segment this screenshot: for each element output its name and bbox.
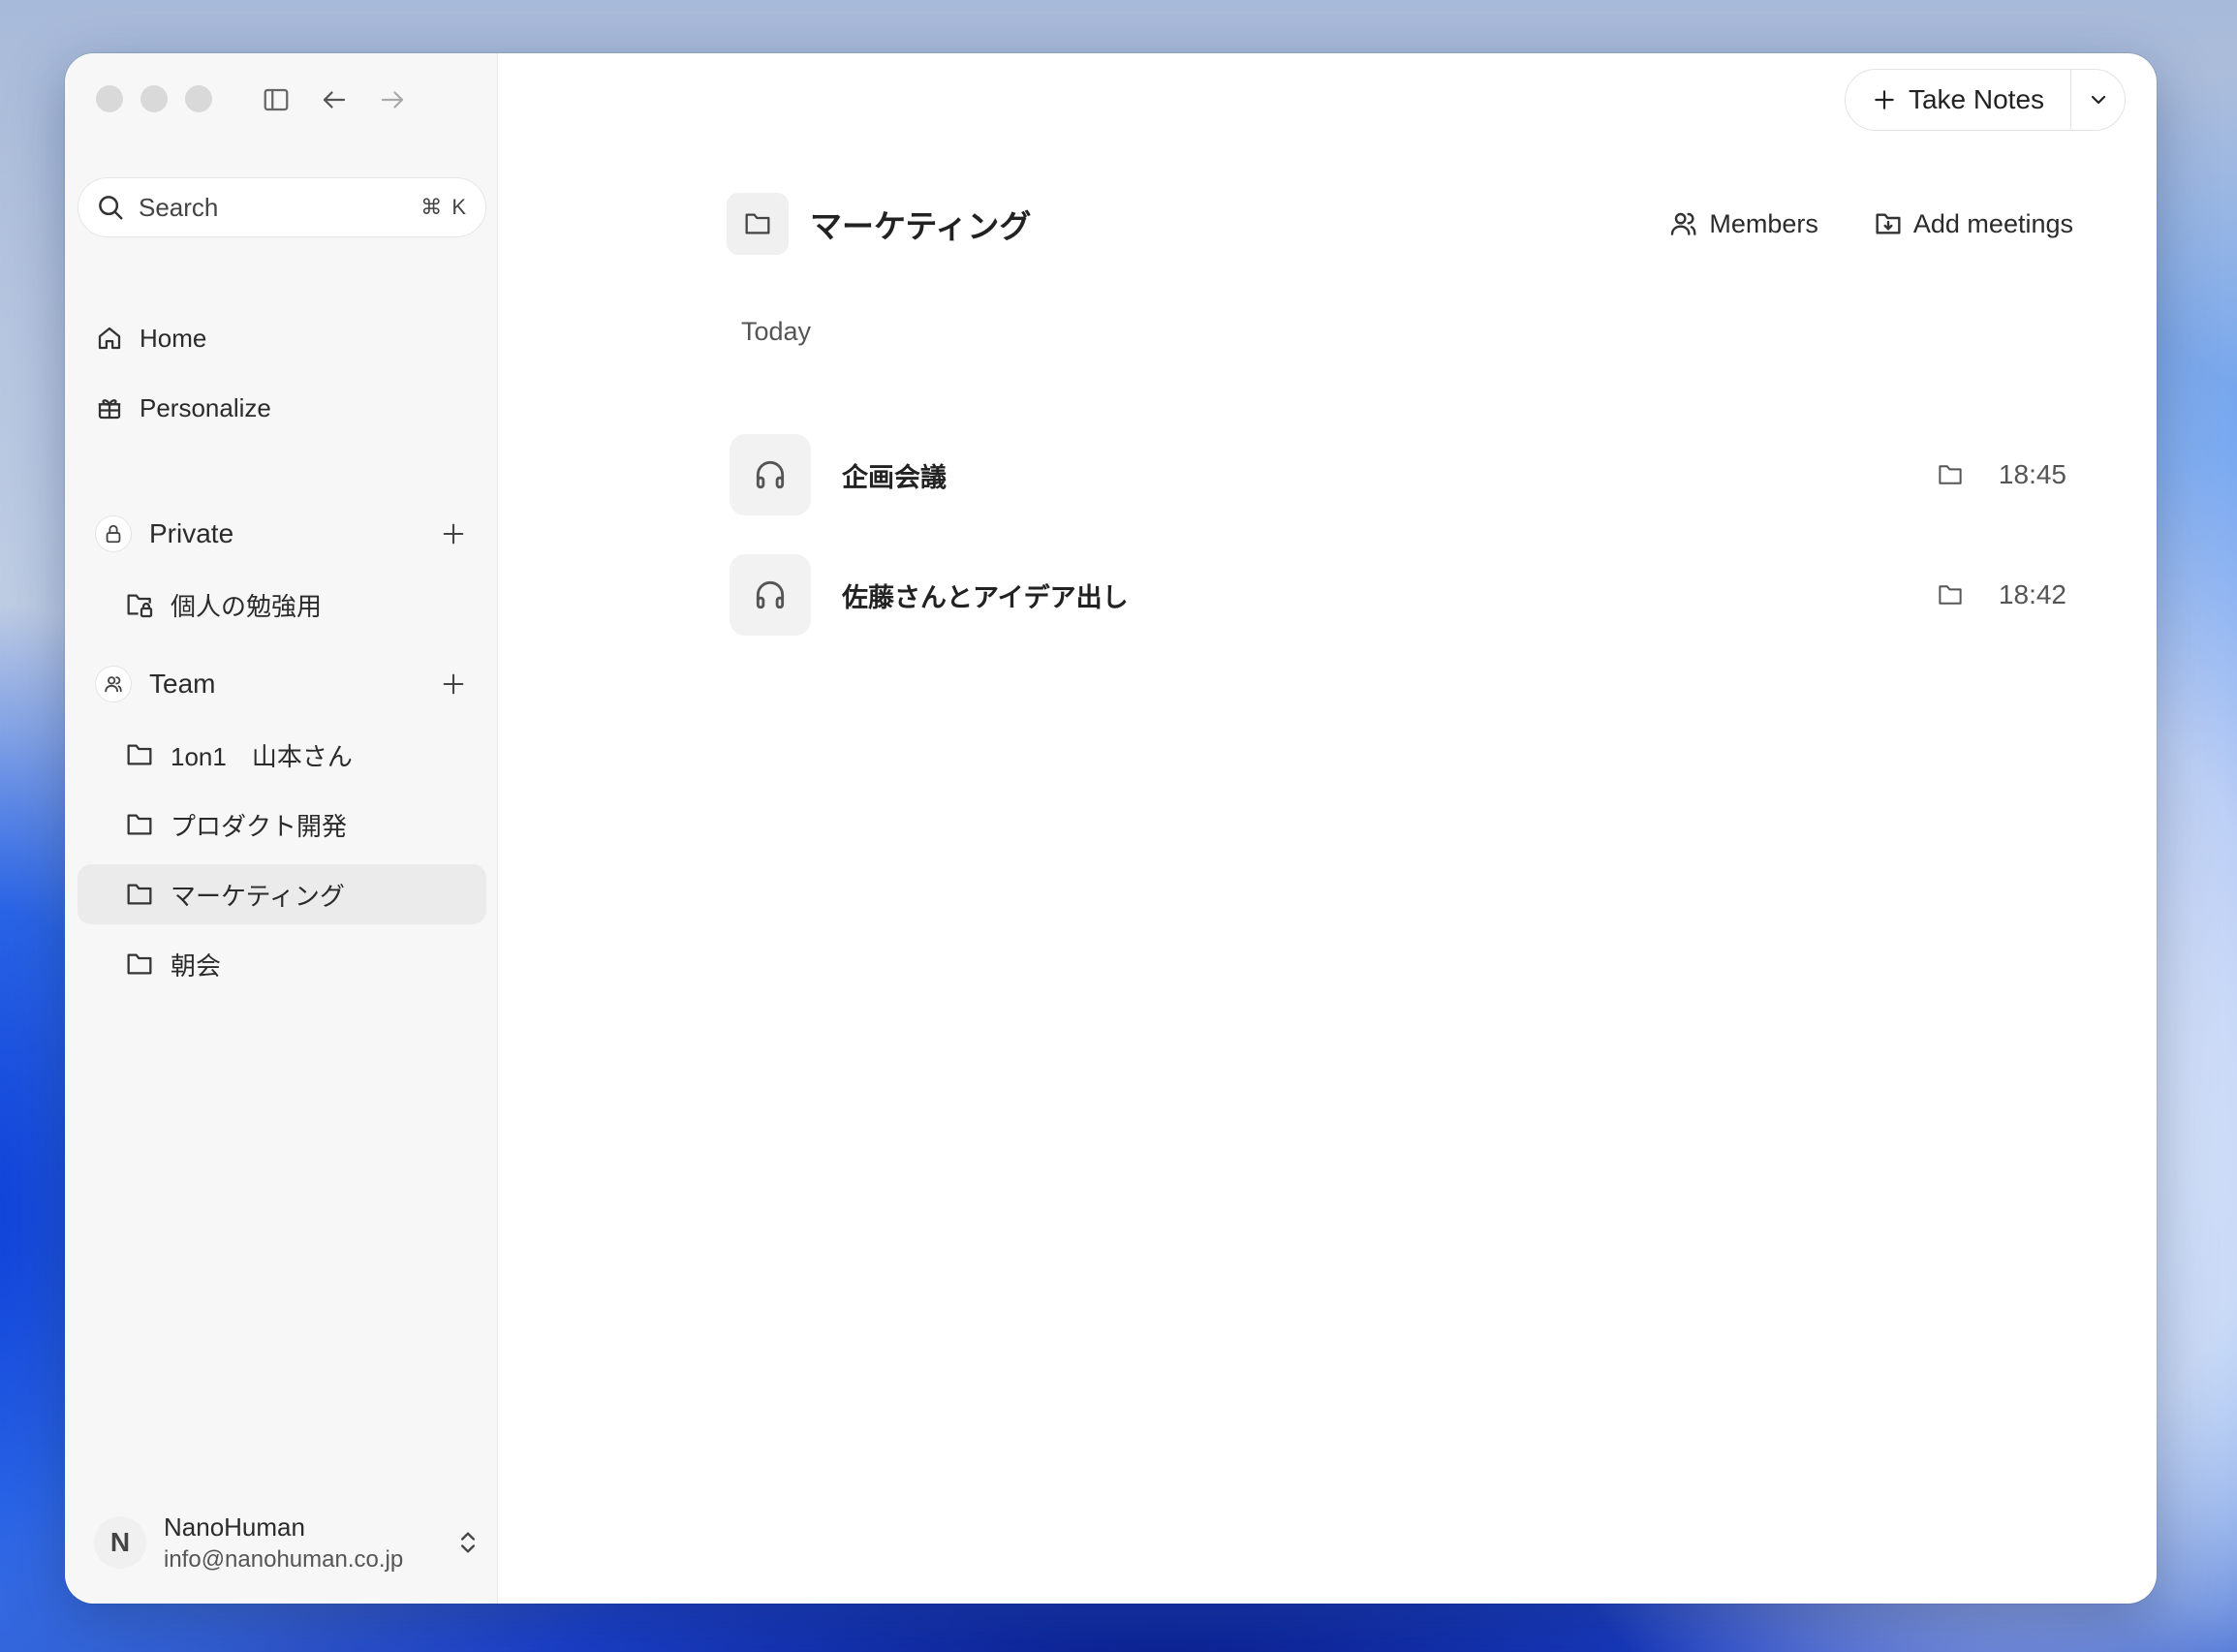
members-button[interactable]: Members <box>1668 208 1818 239</box>
group-heading-today: Today <box>741 317 812 346</box>
take-notes-button[interactable]: Take Notes <box>1846 70 2070 130</box>
meeting-time: 18:42 <box>1998 579 2066 609</box>
search-bar[interactable]: Search ⌘ K <box>78 177 486 237</box>
user-info: NanoHuman info@nanohuman.co.jp <box>164 1512 454 1574</box>
add-meetings-label: Add meetings <box>1912 208 2073 238</box>
meeting-title: 佐藤さんとアイデア出し <box>842 582 1129 612</box>
sidebar-folder-morning-meeting[interactable]: 朝会 <box>78 934 486 994</box>
add-private-folder-button[interactable] <box>434 514 473 553</box>
lock-icon <box>95 515 132 552</box>
sidebar-toggle-icon[interactable] <box>259 82 294 117</box>
avatar: N <box>94 1516 146 1569</box>
take-notes-dropdown-button[interactable] <box>2070 70 2125 130</box>
chevron-up-down-icon[interactable] <box>454 1529 482 1556</box>
sidebar: Search ⌘ K Home Personalize Private 個人の勉… <box>65 53 498 1604</box>
sidebar-item-label: Personalize <box>140 392 271 422</box>
take-notes-split-button: Take Notes <box>1845 69 2126 131</box>
move-to-folder-icon[interactable] <box>1933 580 1968 609</box>
folder-icon <box>124 739 155 770</box>
users-icon <box>1668 208 1699 239</box>
sidebar-item-label: Home <box>140 323 207 353</box>
page-title: マーケティング <box>810 208 1032 244</box>
add-meetings-button[interactable]: Add meetings <box>1873 208 2073 239</box>
folder-icon <box>727 193 789 255</box>
search-label: Search <box>139 192 219 222</box>
sidebar-folder-private-study[interactable]: 個人の勉強用 <box>78 575 486 635</box>
plus-icon <box>1872 87 1897 112</box>
window-controls <box>96 85 212 112</box>
meeting-title: 企画会議 <box>842 462 947 492</box>
forward-arrow-icon[interactable] <box>375 82 410 117</box>
headphones-icon <box>730 434 811 515</box>
chevron-down-icon <box>2087 88 2110 111</box>
add-team-folder-button[interactable] <box>434 665 473 703</box>
section-private[interactable]: Private <box>78 504 486 564</box>
team-icon <box>95 666 132 702</box>
folder-icon <box>124 879 155 910</box>
home-icon <box>95 324 124 353</box>
sidebar-folder-product-dev[interactable]: プロダクト開発 <box>78 795 486 855</box>
lock-folder-icon <box>124 589 155 620</box>
section-team-label: Team <box>149 669 216 699</box>
section-team[interactable]: Team <box>78 654 486 714</box>
sidebar-item-home[interactable]: Home <box>78 308 486 368</box>
search-icon <box>96 193 125 222</box>
sidebar-item-label: プロダクト開発 <box>171 811 348 841</box>
back-arrow-icon[interactable] <box>317 82 352 117</box>
zoom-window-button[interactable] <box>185 85 212 112</box>
sidebar-item-personalize[interactable]: Personalize <box>78 378 486 438</box>
meeting-row[interactable]: 企画会議 18:45 <box>730 433 2066 516</box>
gift-icon <box>95 393 124 422</box>
section-private-label: Private <box>149 518 234 548</box>
sidebar-item-label: マーケティング <box>171 881 345 911</box>
minimize-window-button[interactable] <box>140 85 168 112</box>
sidebar-item-label: 朝会 <box>171 951 222 981</box>
take-notes-label: Take Notes <box>1908 84 2045 114</box>
headphones-icon <box>730 554 811 636</box>
sidebar-folder-1on1[interactable]: 1on1 山本さん <box>78 725 486 785</box>
sidebar-item-label: 個人の勉強用 <box>171 591 323 621</box>
folder-icon <box>124 809 155 840</box>
folder-icon <box>124 949 155 980</box>
close-window-button[interactable] <box>96 85 123 112</box>
page-header: マーケティング Members Add meetings <box>727 193 2073 255</box>
toolbar-nav <box>259 82 410 117</box>
meeting-row[interactable]: 佐藤さんとアイデア出し 18:42 <box>730 553 2066 637</box>
members-label: Members <box>1709 208 1818 238</box>
sidebar-item-label: 1on1 山本さん <box>171 741 353 771</box>
user-account-switcher[interactable]: N NanoHuman info@nanohuman.co.jp <box>94 1507 482 1578</box>
move-to-folder-icon[interactable] <box>1933 460 1968 489</box>
folder-download-icon <box>1873 208 1904 239</box>
meeting-time: 18:45 <box>1998 459 2066 489</box>
app-window: Search ⌘ K Home Personalize Private 個人の勉… <box>65 53 2157 1604</box>
user-email: info@nanohuman.co.jp <box>164 1545 404 1573</box>
sidebar-folder-marketing[interactable]: マーケティング <box>78 864 486 924</box>
user-name: NanoHuman <box>164 1512 305 1542</box>
main-content: Take Notes マーケティング Members Add meetings … <box>498 53 2157 1604</box>
search-shortcut: ⌘ K <box>420 195 468 219</box>
